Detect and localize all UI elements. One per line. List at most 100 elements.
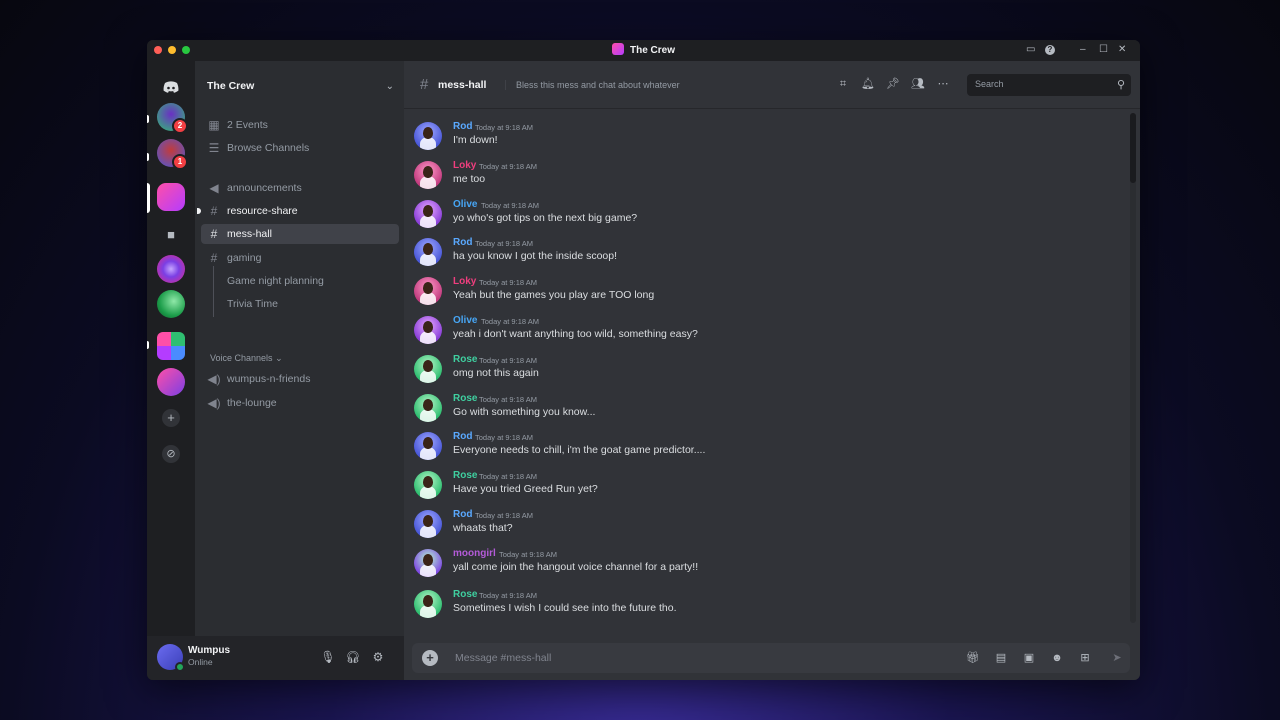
- gift-icon[interactable]: 🎁︎: [966, 651, 980, 665]
- thread-trivia-time[interactable]: Trivia Time: [201, 294, 399, 314]
- message-composer[interactable]: + Message #mess-hall 🎁︎ ▤ ▣ ☻ ⊞ ➤: [412, 643, 1130, 673]
- message-row[interactable]: Loky Today at 9:18 AM Yeah but the games y…: [414, 275, 1114, 313]
- avatar[interactable]: [414, 354, 442, 383]
- message-row[interactable]: Olive Today at 9:18 AM yo who's got tips o…: [414, 198, 1114, 236]
- message-author[interactable]: Rose: [453, 354, 477, 365]
- channel-resource-share[interactable]: # resource-share: [197, 201, 399, 221]
- message-author[interactable]: Rose: [453, 470, 477, 481]
- home-button[interactable]: [157, 73, 185, 101]
- channel-title: mess-hall: [438, 79, 487, 91]
- message-text: yall come join the hangout voice channel…: [453, 560, 699, 573]
- avatar[interactable]: [414, 589, 442, 618]
- sticker-icon[interactable]: ▣: [1022, 651, 1036, 665]
- message-timestamp: Today at 9:18 AM: [475, 511, 533, 520]
- avatar[interactable]: [414, 316, 442, 344]
- server-4[interactable]: [157, 255, 185, 283]
- discord-logo-icon: [163, 81, 179, 93]
- maximize-icon[interactable]: ☐: [1099, 45, 1108, 55]
- scrollbar-thumb[interactable]: [1130, 113, 1136, 183]
- server-6[interactable]: [157, 368, 185, 396]
- message-author[interactable]: Rod: [453, 431, 472, 442]
- message-row[interactable]: Loky Today at 9:18 AM me too: [414, 159, 1114, 197]
- folder-icon[interactable]: ■: [162, 226, 180, 244]
- channel-mess-hall[interactable]: # mess-hall: [201, 224, 399, 244]
- events-item[interactable]: ▦ 2 Events: [201, 115, 399, 135]
- message-text: omg not this again: [453, 366, 539, 379]
- message-timestamp: Today at 9:18 AM: [481, 200, 539, 210]
- mention-badge: 2: [172, 118, 188, 134]
- message-input[interactable]: Message #mess-hall: [455, 652, 551, 664]
- unread-indicator: [147, 341, 149, 349]
- gear-icon[interactable]: ⚙: [370, 649, 386, 665]
- gif-icon[interactable]: ▤: [994, 651, 1008, 665]
- server-the-crew[interactable]: [157, 183, 185, 211]
- more-icon[interactable]: ⋯: [936, 77, 950, 91]
- voice-channel-wumpus-n-friends[interactable]: ◀) wumpus-n-friends: [201, 369, 399, 389]
- message-author[interactable]: Olive: [453, 315, 477, 326]
- avatar[interactable]: [414, 432, 442, 461]
- add-attachment-icon[interactable]: +: [422, 650, 438, 666]
- explore-icon[interactable]: ⊘: [162, 445, 180, 463]
- close-icon[interactable]: ✕: [1118, 45, 1126, 55]
- avatar[interactable]: [414, 393, 442, 422]
- avatar[interactable]: [414, 122, 442, 150]
- message-author[interactable]: Rose: [453, 393, 477, 404]
- channel-topic[interactable]: Bless this mess and chat about whatever: [505, 80, 680, 90]
- headphones-icon[interactable]: 🎧︎: [345, 649, 361, 665]
- message-row[interactable]: Rose Today at 9:18 AM Sometimes I wish I c…: [414, 588, 1114, 626]
- scrollbar[interactable]: [1130, 113, 1136, 623]
- browse-channels-item[interactable]: ☰ Browse Channels: [201, 138, 399, 158]
- thread-game-night-planning[interactable]: Game night planning: [201, 271, 399, 291]
- message-text: me too: [453, 172, 486, 185]
- message-row[interactable]: Rose Today at 9:18 AM omg not this again: [414, 353, 1114, 391]
- message-author[interactable]: Loky: [453, 160, 476, 171]
- message-author[interactable]: Rod: [453, 121, 472, 132]
- message-row[interactable]: Olive Today at 9:18 AM yeah i don't want a…: [414, 314, 1114, 352]
- bell-icon[interactable]: 🔔︎: [861, 77, 875, 91]
- send-icon[interactable]: ➤: [1110, 651, 1124, 665]
- search-input[interactable]: Search ⚲: [967, 74, 1131, 96]
- channel-gaming[interactable]: # gaming: [201, 248, 399, 268]
- search-icon: ⚲: [1116, 79, 1125, 91]
- message-row[interactable]: moongirl Today at 9:18 AM yall come join t…: [414, 547, 1114, 585]
- emoji-icon[interactable]: ☻: [1050, 651, 1064, 665]
- members-icon[interactable]: 👥︎: [911, 77, 925, 91]
- message-text: ha you know I got the inside scoop!: [453, 250, 618, 263]
- avatar[interactable]: [414, 238, 442, 267]
- server-2[interactable]: 1: [157, 139, 188, 170]
- server-5[interactable]: [157, 290, 185, 318]
- message-row[interactable]: Rod Today at 9:18 AM I'm down!: [414, 120, 1114, 158]
- message-row[interactable]: Rod Today at 9:18 AM Everyone needs to chi…: [414, 430, 1114, 468]
- message-row[interactable]: Rose Today at 9:18 AM Go with something yo…: [414, 392, 1114, 430]
- threads-icon[interactable]: ⌗: [836, 77, 850, 91]
- avatar[interactable]: [414, 160, 442, 189]
- avatar[interactable]: [414, 510, 442, 538]
- pin-icon[interactable]: 📌︎: [886, 77, 900, 91]
- message-author[interactable]: Olive: [453, 199, 477, 210]
- add-server-icon[interactable]: +: [162, 409, 180, 427]
- minimize-icon[interactable]: –: [1080, 45, 1086, 55]
- help-icon[interactable]: ?: [1045, 45, 1055, 55]
- message-author[interactable]: Rod: [453, 237, 472, 248]
- avatar[interactable]: [414, 548, 442, 577]
- message-row[interactable]: Rose Today at 9:18 AM Have you tried Greed…: [414, 469, 1114, 507]
- message-author[interactable]: Rose: [453, 589, 477, 600]
- user-name: Wumpus: [188, 645, 231, 656]
- message-row[interactable]: Rod Today at 9:18 AM whaats that?: [414, 508, 1114, 546]
- inbox-icon[interactable]: ▭: [1026, 45, 1035, 55]
- server-header[interactable]: The Crew ⌄: [195, 61, 404, 109]
- channel-announcements[interactable]: ◀ announcements: [201, 178, 399, 198]
- avatar[interactable]: [414, 277, 442, 306]
- server-folder[interactable]: [157, 332, 185, 360]
- message-row[interactable]: Rod Today at 9:18 AM ha you know I got the…: [414, 236, 1114, 274]
- message-author[interactable]: Rod: [453, 509, 472, 520]
- avatar[interactable]: [414, 471, 442, 500]
- message-author[interactable]: moongirl: [453, 548, 496, 559]
- apps-icon[interactable]: ⊞: [1078, 651, 1092, 665]
- microphone-icon[interactable]: 🎙︎: [320, 649, 336, 665]
- voice-channel-the-lounge[interactable]: ◀) the-lounge: [201, 393, 399, 413]
- message-author[interactable]: Loky: [453, 276, 476, 287]
- avatar[interactable]: [414, 199, 442, 228]
- voice-category[interactable]: Voice Channels ⌄: [210, 353, 283, 364]
- server-1[interactable]: 2: [157, 103, 188, 134]
